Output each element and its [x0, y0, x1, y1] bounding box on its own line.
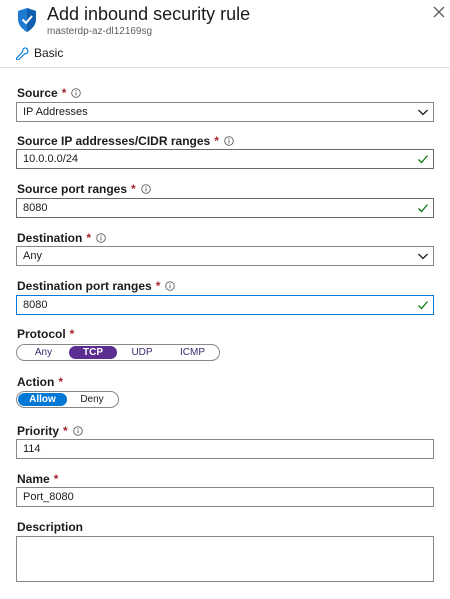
required-marker: *	[214, 134, 219, 148]
protocol-option-any[interactable]: Any	[18, 346, 69, 359]
action-option-allow[interactable]: Allow	[18, 393, 67, 406]
info-icon[interactable]	[71, 88, 82, 98]
protocol-option-tcp[interactable]: TCP	[69, 346, 117, 359]
info-icon[interactable]	[224, 136, 234, 146]
description-textarea[interactable]	[16, 536, 434, 582]
destination-port-value: 8080	[23, 299, 48, 311]
source-port-input[interactable]: 8080	[16, 198, 434, 218]
source-port-label: Source port ranges *	[17, 182, 151, 196]
tab-basic-label: Basic	[34, 46, 64, 60]
description-label: Description	[17, 520, 84, 534]
page-subtitle: masterdp-az-dl12169sg	[47, 26, 153, 37]
protocol-option-udp[interactable]: UDP	[117, 346, 167, 359]
protocol-toggle[interactable]: Any TCP UDP ICMP	[16, 344, 220, 361]
protocol-label: Protocol *	[17, 327, 75, 341]
destination-label: Destination *	[17, 231, 106, 245]
destination-port-label: Destination port ranges *	[17, 279, 176, 293]
name-value: Port_8080	[23, 491, 74, 503]
source-label: Source *	[17, 86, 82, 100]
source-value: IP Addresses	[23, 106, 88, 118]
source-dropdown[interactable]: IP Addresses	[16, 102, 434, 122]
checkmark-icon	[418, 301, 428, 310]
header-divider	[0, 67, 450, 68]
close-icon[interactable]	[432, 5, 446, 19]
source-ip-input[interactable]: 10.0.0.0/24	[16, 149, 434, 169]
info-icon[interactable]	[72, 426, 83, 436]
required-marker: *	[131, 182, 136, 196]
required-marker: *	[63, 424, 68, 438]
required-marker: *	[155, 279, 161, 293]
checkmark-icon	[418, 155, 428, 164]
source-port-value: 8080	[23, 202, 48, 214]
chevron-down-icon	[418, 253, 428, 260]
info-icon[interactable]	[140, 184, 151, 194]
priority-input[interactable]: 114	[16, 439, 434, 459]
priority-value: 114	[23, 443, 41, 455]
action-toggle[interactable]: Allow Deny	[16, 391, 119, 408]
required-marker: *	[53, 472, 59, 486]
source-ip-value: 10.0.0.0/24	[23, 153, 79, 165]
required-marker: *	[69, 327, 75, 341]
shield-icon	[18, 8, 36, 32]
required-marker: *	[58, 375, 64, 389]
required-marker: *	[61, 86, 67, 100]
destination-port-input[interactable]: 8080	[16, 295, 434, 315]
required-marker: *	[86, 231, 92, 245]
page-title: Add inbound security rule	[47, 4, 251, 24]
name-label: Name *	[17, 472, 59, 486]
blade-header: Add inbound security rule masterdp-az-dl…	[0, 0, 450, 40]
action-label: Action *	[17, 375, 64, 389]
info-icon[interactable]	[96, 233, 106, 243]
wrench-icon	[16, 46, 29, 60]
info-icon[interactable]	[165, 281, 176, 291]
chevron-down-icon	[418, 109, 428, 116]
name-input[interactable]: Port_8080	[16, 487, 434, 507]
protocol-option-icmp[interactable]: ICMP	[167, 346, 218, 359]
tab-basic[interactable]: Basic	[16, 45, 63, 61]
destination-dropdown[interactable]: Any	[16, 246, 434, 266]
source-ip-label: Source IP addresses/CIDR ranges *	[17, 134, 234, 148]
action-option-deny[interactable]: Deny	[67, 393, 117, 406]
destination-value: Any	[23, 250, 42, 262]
priority-label: Priority *	[17, 424, 83, 438]
checkmark-icon	[418, 204, 428, 213]
